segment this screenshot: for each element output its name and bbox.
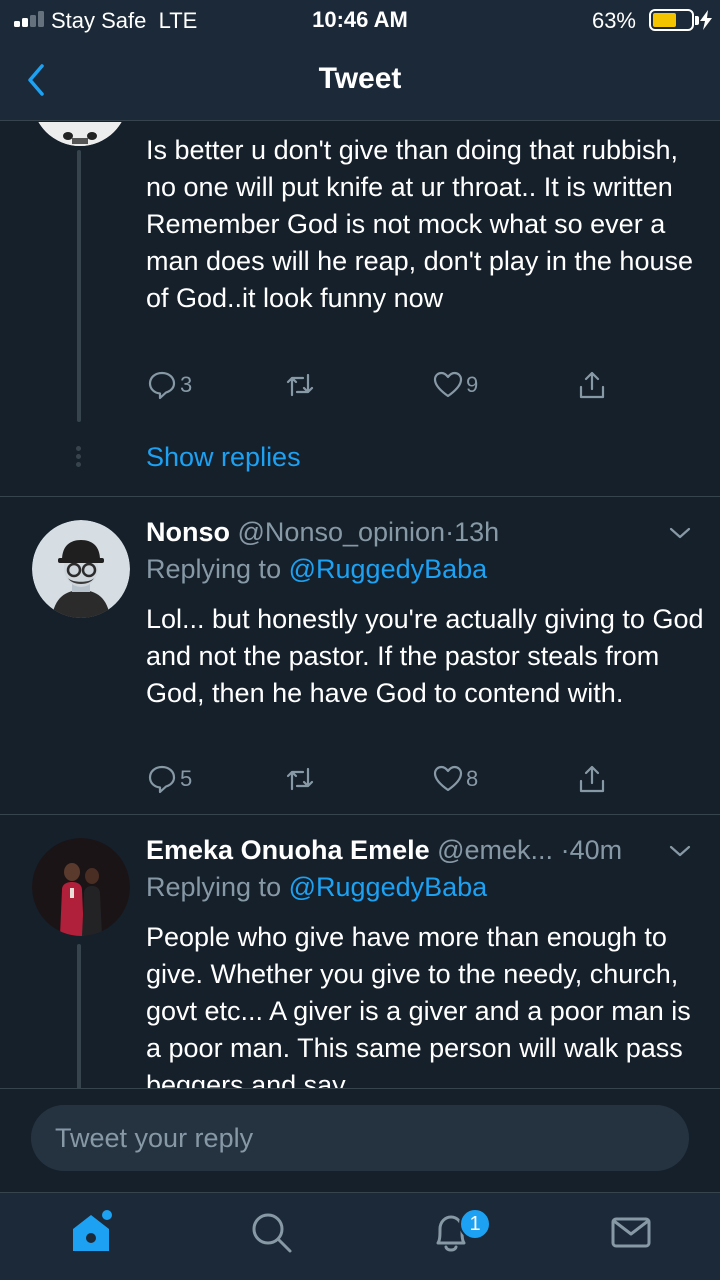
top-nav-bar: Tweet <box>0 40 720 121</box>
battery-icon <box>649 9 694 31</box>
share-icon <box>579 371 605 399</box>
heart-icon <box>433 371 463 398</box>
tweet-actions: 5 8 <box>146 762 616 796</box>
retweet-button[interactable] <box>284 368 316 402</box>
tweet-text: People who give have more than enough to… <box>146 922 691 1088</box>
replying-to-label: Replying to <box>146 872 282 902</box>
status-bar: Stay Safe LTE 10:46 AM 63% <box>0 0 720 40</box>
replying-to-handle[interactable]: @RuggedyBaba <box>289 872 488 902</box>
author-handle[interactable]: @emek... <box>437 835 553 865</box>
tweet-header: Emeka Onuoha Emele @emek... ·40m <box>146 835 622 866</box>
replying-to-label: Replying to <box>146 554 282 584</box>
author-handle[interactable]: @Nonso_opinion <box>238 517 446 547</box>
reply-button[interactable]: 5 <box>146 762 192 796</box>
like-button[interactable]: 8 <box>432 762 478 796</box>
chevron-down-icon[interactable] <box>668 843 692 859</box>
heart-icon <box>433 765 463 792</box>
reply-icon <box>148 371 176 400</box>
search-icon[interactable] <box>246 1207 296 1257</box>
charging-bolt-icon <box>700 10 712 30</box>
chevron-down-icon[interactable] <box>668 525 692 541</box>
reply-count: 5 <box>180 766 193 791</box>
avatar-couple-icon <box>32 838 130 936</box>
like-count: 9 <box>466 372 479 397</box>
avatar-figure-icon <box>38 122 122 146</box>
divider <box>0 496 720 497</box>
messages-icon[interactable] <box>606 1207 656 1257</box>
tweet-text: Is better u don't give than doing that r… <box>146 135 694 313</box>
tweet-time: 40m <box>569 835 623 865</box>
reply-input[interactable] <box>31 1105 689 1171</box>
thread-line <box>77 944 81 1088</box>
like-button[interactable]: 9 <box>432 368 478 402</box>
tweet-actions: 3 9 <box>146 368 616 402</box>
tweet-header: Nonso @Nonso_opinion·13h <box>146 517 499 548</box>
avatar[interactable] <box>32 122 128 146</box>
separator-dot: · <box>445 517 455 547</box>
avatar-person-icon <box>32 520 130 618</box>
retweet-button[interactable] <box>284 762 316 796</box>
avatar[interactable] <box>32 520 130 618</box>
tweet-time: 13h <box>454 517 500 547</box>
avatar[interactable] <box>32 838 130 936</box>
reply-composer <box>0 1088 720 1192</box>
tweet-text: Lol... but honestly you're actually givi… <box>146 604 704 708</box>
home-icon[interactable] <box>66 1207 116 1257</box>
thread-dots <box>76 446 82 470</box>
replying-to-line: Replying to @RuggedyBaba <box>146 554 487 585</box>
show-replies-link[interactable]: Show replies <box>146 442 301 473</box>
like-count: 8 <box>466 766 479 791</box>
author-name[interactable]: Nonso <box>146 517 230 547</box>
page-title: Tweet <box>318 62 402 95</box>
author-name[interactable]: Emeka Onuoha Emele <box>146 835 430 865</box>
reply-button[interactable]: 3 <box>146 368 192 402</box>
tweet-feed[interactable]: Is better u don't give than doing that r… <box>0 122 720 1088</box>
battery-fill <box>653 13 676 27</box>
battery-percent: 63% <box>591 8 636 33</box>
reply-icon <box>148 765 176 794</box>
bottom-tab-bar: 1 <box>0 1192 720 1280</box>
thread-line <box>77 150 81 422</box>
share-icon <box>579 765 605 793</box>
notification-badge: 1 <box>459 1208 491 1240</box>
divider <box>0 814 720 815</box>
replying-to-handle[interactable]: @RuggedyBaba <box>289 554 488 584</box>
share-button[interactable] <box>576 762 608 796</box>
share-button[interactable] <box>576 368 608 402</box>
separator-dot: · <box>560 835 570 865</box>
retweet-icon <box>286 373 314 397</box>
retweet-icon <box>286 767 314 791</box>
replying-to-line: Replying to @RuggedyBaba <box>146 872 487 903</box>
reply-count: 3 <box>180 372 193 397</box>
